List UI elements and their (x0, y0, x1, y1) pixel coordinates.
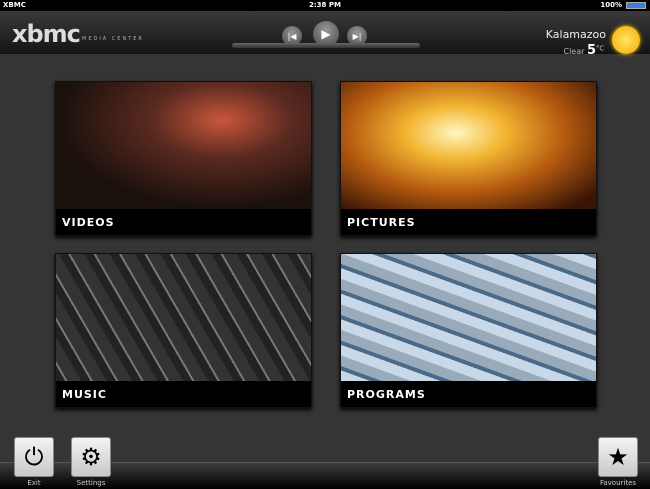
progress-bar[interactable] (232, 43, 420, 48)
tile-pictures[interactable]: PICTURES (340, 81, 597, 236)
status-bar: XBMC 2:38 PM 100% (0, 0, 650, 11)
music-image (56, 254, 311, 381)
settings-button[interactable]: ⚙ (71, 437, 111, 477)
pictures-image (341, 82, 596, 209)
tile-label: MUSIC (56, 381, 311, 407)
settings-label: Settings (76, 479, 106, 487)
tile-videos[interactable]: VIDEOS (55, 81, 312, 236)
skip-back-icon: |◀ (287, 31, 297, 41)
tile-label: PICTURES (341, 209, 596, 235)
tile-label: PROGRAMS (341, 381, 596, 407)
weather-city: Kalamazoo (545, 28, 606, 41)
status-time: 2:38 PM (309, 1, 341, 9)
programs-image (341, 254, 596, 381)
videos-image (56, 82, 311, 209)
tile-music[interactable]: MUSIC (55, 253, 312, 408)
condition-text: Clear (563, 47, 585, 56)
exit-button[interactable]: ⏻ (14, 437, 54, 477)
favourites-button[interactable]: ★ (598, 437, 638, 477)
xbmc-logo: xbmc (12, 20, 81, 48)
temperature: 5 (586, 43, 597, 58)
tile-programs[interactable]: PROGRAMS (340, 253, 597, 408)
favourites-label: Favourites (599, 479, 637, 487)
battery-icon (626, 2, 646, 9)
play-icon: ▶ (321, 27, 331, 41)
exit-label: Exit (27, 479, 41, 487)
star-icon: ★ (607, 443, 629, 471)
skip-forward-icon: ▶| (352, 31, 362, 41)
power-icon: ⏻ (24, 443, 44, 471)
gear-icon: ⚙ (80, 443, 102, 471)
tile-label: VIDEOS (56, 209, 311, 235)
weather-condition: Clear 5°C (564, 43, 605, 58)
header: xbmc MEDIA CENTER |◀ ▶ ▶| Kalamazoo Clea… (0, 11, 650, 58)
battery-percent: 100% (600, 1, 622, 9)
temp-unit: °C (596, 44, 604, 53)
logo-subtitle: MEDIA CENTER (82, 36, 144, 42)
sun-weather-icon (612, 26, 640, 54)
